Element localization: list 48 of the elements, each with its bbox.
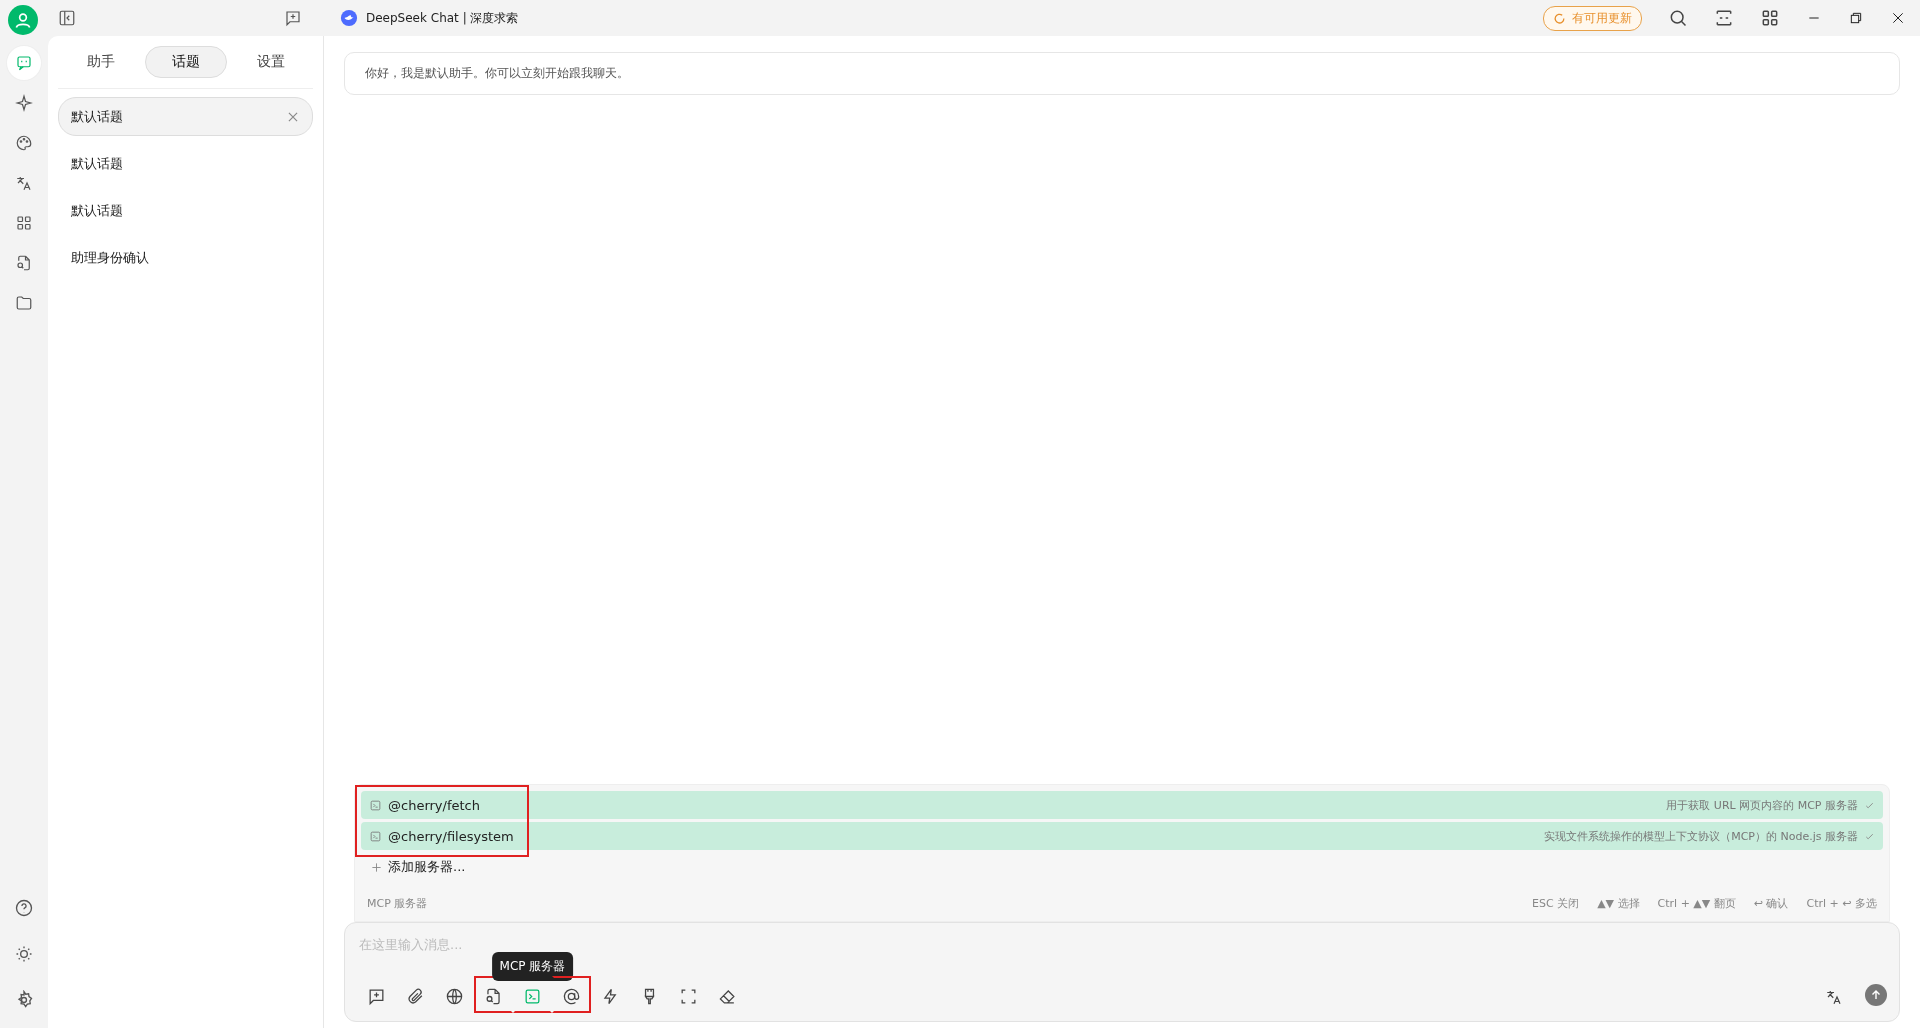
topic-label: 助理身份确认 bbox=[71, 248, 149, 267]
file-search-icon bbox=[15, 254, 33, 272]
shortcut-hint: ESC 关闭 bbox=[1532, 896, 1580, 911]
chat-icon bbox=[15, 54, 33, 72]
window-title: DeepSeek Chat | 深度求索 bbox=[366, 9, 519, 27]
server-option[interactable]: @cherry/fetch 用于获取 URL 网页内容的 MCP 服务器 bbox=[361, 791, 1883, 819]
terminal-icon bbox=[369, 829, 382, 843]
whale-logo-icon bbox=[340, 9, 358, 27]
shortcut-hint: Ctrl + ↩ 多选 bbox=[1806, 896, 1877, 911]
topic-item[interactable]: 默认话题 bbox=[58, 191, 313, 230]
refresh-icon bbox=[1553, 11, 1566, 25]
sidebar-toggle-icon[interactable] bbox=[58, 9, 76, 27]
apps-icon bbox=[15, 214, 33, 232]
close-icon[interactable] bbox=[1890, 10, 1906, 26]
new-topic-icon[interactable] bbox=[284, 9, 302, 27]
shortcut-hint: ▲▼ 选择 bbox=[1597, 896, 1640, 911]
topic-label: 默认话题 bbox=[71, 107, 123, 126]
search-icon[interactable] bbox=[1668, 8, 1688, 28]
restore-icon[interactable] bbox=[1848, 10, 1864, 26]
tab[interactable]: 设置 bbox=[229, 46, 312, 78]
server-option[interactable]: @cherry/filesystem 实现文件系统操作的模型上下文协议（MCP）的 Node.js 服务器 bbox=[361, 822, 1883, 850]
send-button[interactable] bbox=[1865, 983, 1887, 1006]
apps-icon[interactable] bbox=[1760, 8, 1780, 28]
assistant-message: 你好，我是默认助手。你可以立刻开始跟我聊天。 bbox=[344, 52, 1900, 95]
layout-icon[interactable] bbox=[1714, 8, 1734, 28]
translate-icon bbox=[15, 174, 33, 192]
help-icon[interactable] bbox=[14, 898, 34, 918]
terminal-icon bbox=[369, 798, 382, 812]
add-server-button[interactable]: 添加服务器... bbox=[361, 850, 476, 884]
shortcut-hint: Ctrl + ▲▼ 翻页 bbox=[1657, 896, 1736, 911]
tab[interactable]: 助手 bbox=[59, 46, 142, 78]
arrow-up-icon bbox=[1869, 987, 1883, 1002]
toolbar-icon[interactable] bbox=[552, 976, 591, 1013]
topic-item[interactable]: 默认话题 bbox=[58, 144, 313, 183]
tooltip: MCP 服务器 bbox=[491, 952, 574, 981]
topic-item[interactable]: 助理身份确认 bbox=[58, 238, 313, 277]
brightness-icon[interactable] bbox=[14, 944, 34, 964]
sparkle-icon bbox=[15, 94, 33, 112]
shortcut-hint: ↩ 确认 bbox=[1753, 896, 1789, 911]
folder-icon bbox=[15, 294, 33, 312]
topic-label: 默认话题 bbox=[71, 154, 123, 173]
user-avatar[interactable] bbox=[8, 5, 38, 35]
tab[interactable]: 话题 bbox=[144, 46, 227, 78]
popup-title: MCP 服务器 bbox=[367, 896, 428, 911]
palette-icon bbox=[15, 134, 33, 152]
topic-label: 默认话题 bbox=[71, 201, 123, 220]
topic-item[interactable]: 默认话题 bbox=[58, 97, 313, 136]
plus-icon bbox=[371, 861, 382, 873]
